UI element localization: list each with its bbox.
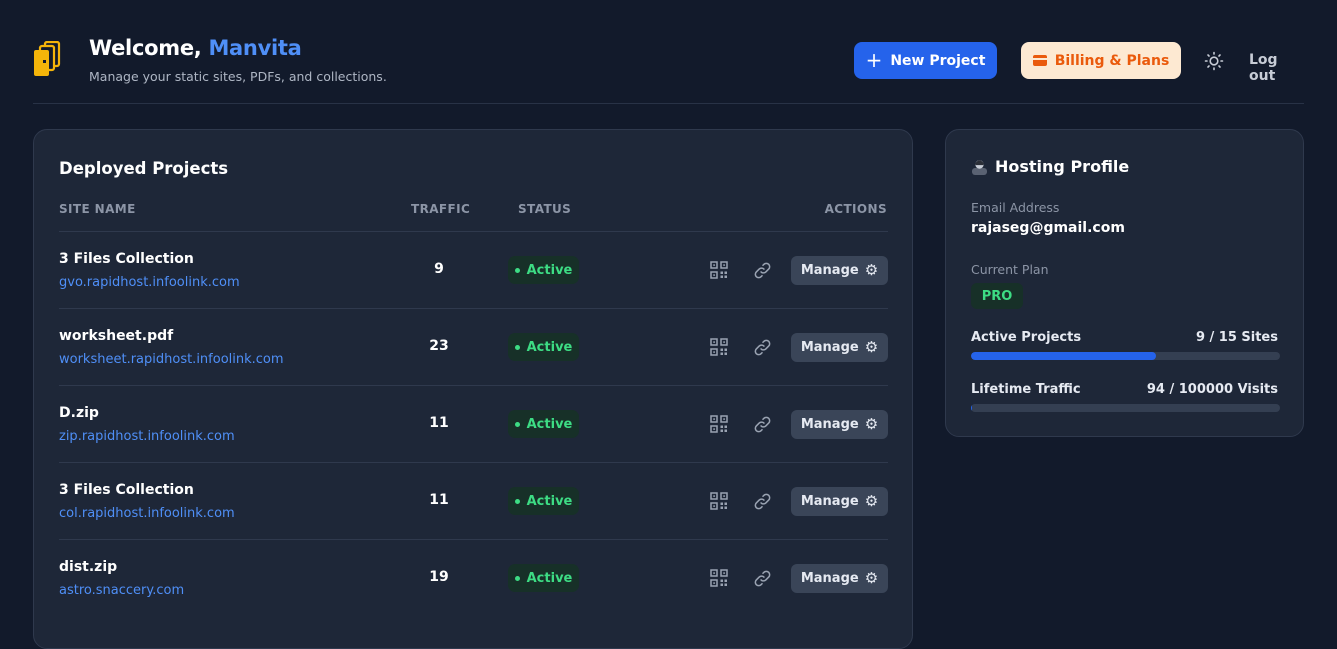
logout-link[interactable]: Log out (1249, 52, 1304, 84)
site-name: worksheet.pdf (59, 328, 173, 344)
site-url-link[interactable]: astro.snaccery.com (59, 583, 184, 598)
site-traffic: 19 (400, 569, 478, 585)
qr-code-icon[interactable] (710, 569, 728, 587)
status-label: Active (527, 263, 573, 278)
gear-icon: ⚙ (865, 417, 878, 432)
gear-icon: ⚙ (865, 340, 878, 355)
site-name: dist.zip (59, 559, 117, 575)
gear-icon: ⚙ (865, 494, 878, 509)
status-badge: Active (508, 487, 579, 515)
table-row: worksheet.pdf worksheet.rapidhost.infool… (59, 308, 888, 385)
status-dot (515, 422, 520, 427)
deployed-projects-card: Deployed Projects SITE NAME TRAFFIC STAT… (33, 129, 913, 649)
manage-button[interactable]: Manage ⚙ (791, 256, 888, 285)
new-project-label: New Project (890, 53, 985, 69)
lifetime-traffic-progress (971, 404, 1280, 412)
manage-label: Manage (801, 494, 859, 509)
link-icon[interactable] (753, 261, 772, 280)
email-label: Email Address (971, 200, 1059, 215)
status-badge: Active (508, 410, 579, 438)
site-url-link[interactable]: gvo.rapidhost.infoolink.com (59, 275, 240, 290)
table-row: dist.zip astro.snaccery.com 19 Active Ma… (59, 539, 888, 616)
column-header-traffic: TRAFFIC (411, 202, 470, 216)
site-name: 3 Files Collection (59, 251, 194, 267)
status-dot (515, 345, 520, 350)
site-traffic: 11 (400, 415, 478, 431)
gear-icon: ⚙ (865, 263, 878, 278)
site-traffic: 9 (400, 261, 478, 277)
manage-button[interactable]: Manage ⚙ (791, 564, 888, 593)
profile-title-label: Hosting Profile (995, 157, 1129, 176)
manage-label: Manage (801, 571, 859, 586)
manage-label: Manage (801, 263, 859, 278)
table-row: 3 Files Collection col.rapidhost.infooli… (59, 462, 888, 539)
site-traffic: 23 (400, 338, 478, 354)
top-header: Welcome, Manvita Manage your static site… (33, 0, 1304, 104)
projects-title: Deployed Projects (59, 159, 228, 178)
manage-label: Manage (801, 417, 859, 432)
active-projects-value: 9 / 15 Sites (1196, 330, 1278, 345)
gear-icon: ⚙ (865, 571, 878, 586)
link-icon[interactable] (753, 338, 772, 357)
plan-badge: PRO (971, 283, 1023, 309)
site-url-link[interactable]: zip.rapidhost.infoolink.com (59, 429, 235, 444)
welcome-prefix: Welcome, (89, 36, 208, 60)
site-name: 3 Files Collection (59, 482, 194, 498)
column-header-site-name: SITE NAME (59, 202, 136, 216)
manage-button[interactable]: Manage ⚙ (791, 333, 888, 362)
status-dot (515, 576, 520, 581)
projects-table: 3 Files Collection gvo.rapidhost.infooli… (59, 231, 888, 616)
profile-title: Hosting Profile (971, 157, 1129, 176)
welcome-heading: Welcome, Manvita (89, 36, 301, 60)
site-name: D.zip (59, 405, 99, 421)
folder-stack-icon (33, 41, 61, 77)
status-dot (515, 268, 520, 273)
new-project-button[interactable]: + New Project (854, 42, 997, 79)
site-traffic: 11 (400, 492, 478, 508)
user-name: Manvita (208, 36, 301, 60)
credit-card-icon (1033, 55, 1047, 66)
status-dot (515, 499, 520, 504)
link-icon[interactable] (753, 415, 772, 434)
email-value: rajaseg@gmail.com (971, 220, 1125, 236)
status-label: Active (527, 417, 573, 432)
status-badge: Active (508, 564, 579, 592)
qr-code-icon[interactable] (710, 415, 728, 433)
active-projects-label: Active Projects (971, 330, 1081, 345)
active-projects-progress-fill (971, 352, 1156, 360)
hosting-profile-card: Hosting Profile Email Address rajaseg@gm… (945, 129, 1304, 437)
qr-code-icon[interactable] (710, 338, 728, 356)
sun-icon[interactable] (1204, 51, 1224, 71)
status-label: Active (527, 571, 573, 586)
status-badge: Active (508, 333, 579, 361)
billing-plans-button[interactable]: Billing & Plans (1021, 42, 1181, 79)
plus-icon: + (866, 50, 883, 70)
qr-code-icon[interactable] (710, 492, 728, 510)
link-icon[interactable] (753, 492, 772, 511)
header-subtitle: Manage your static sites, PDFs, and coll… (89, 69, 387, 84)
column-header-status: STATUS (518, 202, 571, 216)
manage-button[interactable]: Manage ⚙ (791, 410, 888, 439)
user-avatar-icon (971, 158, 988, 175)
status-badge: Active (508, 256, 579, 284)
billing-label: Billing & Plans (1055, 53, 1170, 69)
status-label: Active (527, 494, 573, 509)
active-projects-progress (971, 352, 1280, 360)
link-icon[interactable] (753, 569, 772, 588)
plan-label: Current Plan (971, 262, 1049, 277)
status-label: Active (527, 340, 573, 355)
lifetime-traffic-value: 94 / 100000 Visits (1147, 382, 1278, 397)
manage-label: Manage (801, 340, 859, 355)
column-header-actions: ACTIONS (825, 202, 887, 216)
manage-button[interactable]: Manage ⚙ (791, 487, 888, 516)
table-row: D.zip zip.rapidhost.infoolink.com 11 Act… (59, 385, 888, 462)
site-url-link[interactable]: worksheet.rapidhost.infoolink.com (59, 352, 284, 367)
site-url-link[interactable]: col.rapidhost.infoolink.com (59, 506, 235, 521)
qr-code-icon[interactable] (710, 261, 728, 279)
table-row: 3 Files Collection gvo.rapidhost.infooli… (59, 231, 888, 308)
lifetime-traffic-label: Lifetime Traffic (971, 382, 1081, 397)
